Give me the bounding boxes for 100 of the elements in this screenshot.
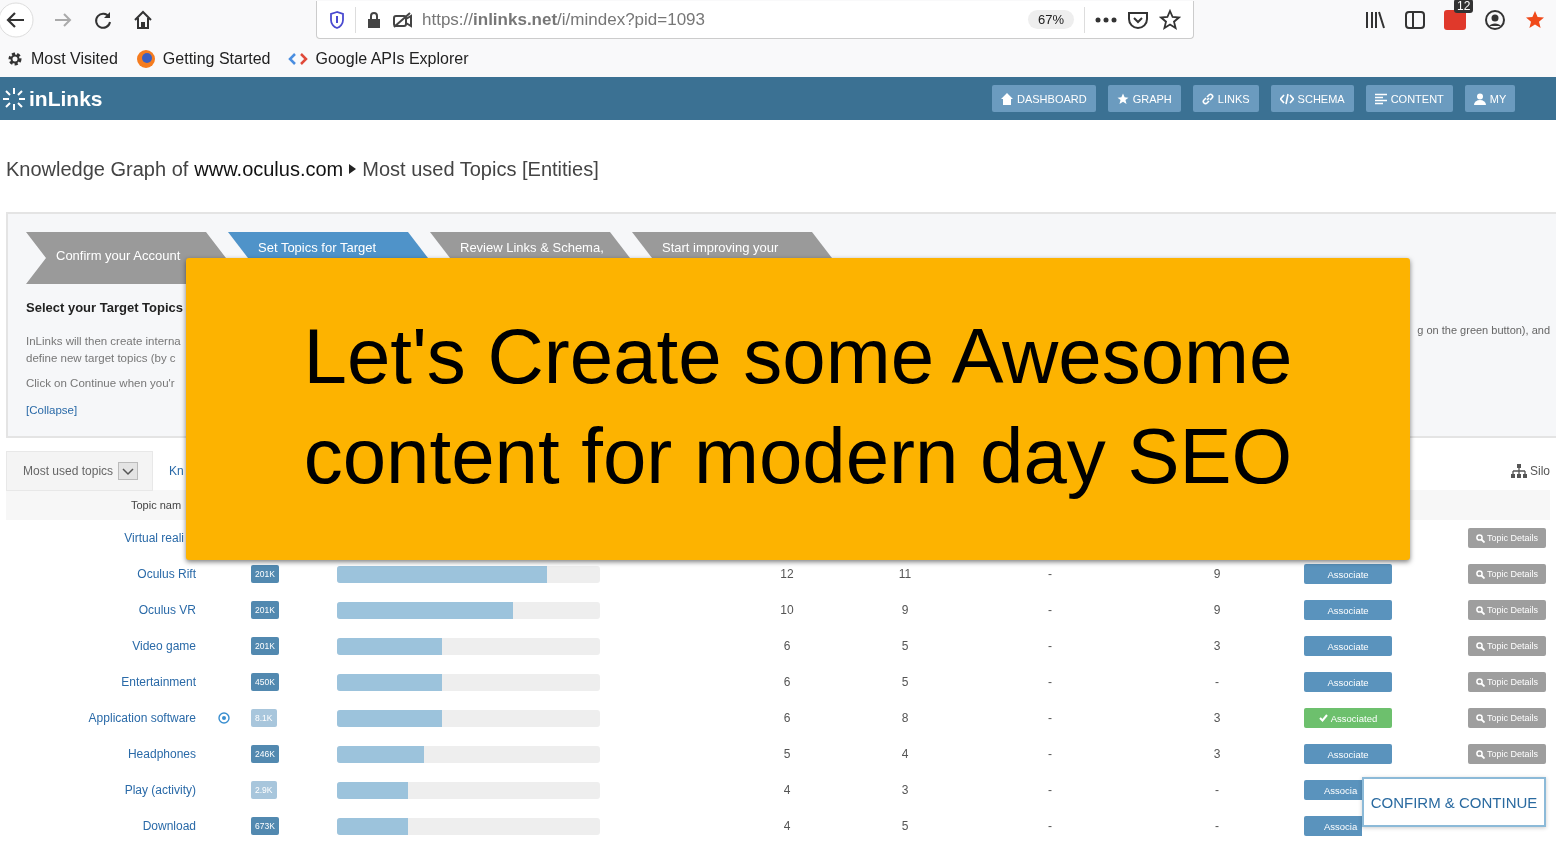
pocket-icon[interactable]: [1127, 9, 1149, 30]
topic-link[interactable]: Download: [142, 819, 196, 833]
table-cell-text: 11: [897, 567, 913, 581]
intro-text: g on the green button), and: [1417, 323, 1551, 338]
account-icon[interactable]: [1484, 9, 1506, 31]
wizard-step[interactable]: Confirm your Account: [26, 232, 226, 284]
volume-badge: 8.1K: [251, 709, 277, 727]
star-icon: [1116, 92, 1129, 105]
associate-button[interactable]: Associated: [1304, 708, 1392, 728]
link-icon: [1201, 92, 1214, 105]
globe-icon: [135, 48, 156, 69]
topic-link[interactable]: Application software: [88, 711, 196, 725]
confirm-button[interactable]: CONFIRM & CONTINUE: [1362, 777, 1546, 827]
table-cell-text: 10: [779, 603, 795, 617]
code-icon: [1279, 92, 1294, 105]
associate-button[interactable]: Associate: [1304, 600, 1392, 620]
nav-button[interactable]: SCHEMA: [1270, 85, 1354, 112]
table-cell-text: 12: [779, 567, 795, 581]
topic-link[interactable]: Virtual reali: [124, 531, 184, 545]
associate-button[interactable]: Associa: [1304, 816, 1362, 836]
search-icon: [1476, 569, 1485, 579]
logo-text[interactable]: inLinks: [29, 86, 103, 111]
home-icon[interactable]: [132, 9, 154, 31]
search-icon: [1476, 749, 1485, 759]
check-icon: [1318, 714, 1328, 722]
extension-icon[interactable]: [1444, 10, 1466, 30]
silo-link[interactable]: Silo: [1530, 464, 1550, 478]
bookmark-link[interactable]: Most Visited: [31, 49, 118, 68]
search-icon: [1476, 533, 1485, 543]
volume-badge: 2.9K: [251, 781, 277, 799]
camera-blocked-icon: [392, 10, 412, 29]
search-icon: [1476, 713, 1485, 723]
topic-link[interactable]: Oculus Rift: [137, 567, 196, 581]
dropdown-icon[interactable]: [118, 462, 139, 480]
topic-link[interactable]: Entertainment: [121, 675, 196, 689]
topic-details-button[interactable]: Topic Details: [1468, 708, 1546, 728]
sidebar-icon[interactable]: [1404, 10, 1426, 30]
topic-details-button[interactable]: Topic Details: [1468, 600, 1546, 620]
nav-button[interactable]: DASHBOARD: [992, 85, 1096, 112]
table-cell-text: -: [1047, 819, 1053, 833]
nav-button[interactable]: GRAPH: [1107, 85, 1181, 112]
home-icon: [1001, 92, 1013, 105]
table-cell-text: 8: [900, 711, 910, 725]
table-cell-text: -: [1047, 567, 1053, 581]
search-icon: [1476, 605, 1485, 615]
topic-details-button[interactable]: Topic Details: [1468, 672, 1546, 692]
table-cell-text: 3: [1212, 639, 1222, 653]
table-cell-text: 3: [1212, 747, 1222, 761]
table-cell-text: 5: [900, 675, 910, 689]
address-bar[interactable]: https://inlinks.net/i/mindex?pid=1093 67%: [316, 1, 1194, 39]
tab[interactable]: Most used topics: [6, 451, 154, 491]
topic-link[interactable]: Play (activity): [124, 783, 196, 797]
topic-link[interactable]: Headphones: [127, 747, 196, 761]
search-icon: [1476, 641, 1485, 651]
topic-details-button[interactable]: Topic Details: [1468, 564, 1546, 584]
more-icon[interactable]: [1095, 15, 1117, 24]
nav-button[interactable]: LINKS: [1192, 85, 1259, 112]
library-icon[interactable]: [1364, 10, 1386, 30]
table-cell-text: -: [1047, 747, 1053, 761]
table-cell-text: -: [1214, 819, 1220, 833]
table-cell-text: 5: [900, 639, 910, 653]
table-cell-text: -: [1047, 603, 1053, 617]
table-cell-text: -: [1047, 675, 1053, 689]
star-icon[interactable]: [1159, 8, 1181, 31]
wizard-step[interactable]: Set Topics for Target: [228, 232, 428, 258]
bookmark-link[interactable]: Getting Started: [162, 49, 271, 68]
site-name: www.oculus.com: [194, 157, 344, 181]
wizard-step[interactable]: Start improving your: [632, 232, 832, 258]
topic-details-button[interactable]: Topic Details: [1468, 528, 1546, 548]
column-header: Topic nam: [131, 499, 182, 511]
nav-button[interactable]: MY: [1464, 85, 1516, 112]
table-cell-text: 5: [900, 819, 910, 833]
topic-link[interactable]: Video game: [132, 639, 196, 653]
wizard-step[interactable]: Review Links & Schema,: [430, 232, 630, 258]
back-icon[interactable]: [0, 2, 34, 38]
intro-text: InLinks will then create interna define new target topics (by c: [26, 334, 182, 366]
nav-button[interactable]: CONTENT: [1365, 85, 1453, 112]
associate-button[interactable]: Associate: [1304, 744, 1392, 764]
hierarchy-icon: [1511, 464, 1527, 478]
table-cell-text: -: [1214, 783, 1220, 797]
associate-button[interactable]: Associa: [1304, 780, 1362, 800]
associate-button[interactable]: Associate: [1304, 672, 1392, 692]
topic-details-button[interactable]: Topic Details: [1468, 744, 1546, 764]
bookmark-link[interactable]: Google APIs Explorer: [315, 49, 469, 68]
associate-button[interactable]: Associate: [1304, 564, 1392, 584]
table-cell-text: -: [1047, 783, 1053, 797]
breadcrumb-prefix: Knowledge Graph of: [6, 157, 189, 181]
zoom-level[interactable]: 67%: [1027, 10, 1074, 29]
tab[interactable]: Kn: [153, 452, 184, 490]
table-cell-text: 3: [900, 783, 910, 797]
associate-button[interactable]: Associate: [1304, 636, 1392, 656]
table-cell-text: -: [1047, 711, 1053, 725]
volume-badge: 201K: [251, 637, 279, 655]
topic-details-button[interactable]: Topic Details: [1468, 636, 1546, 656]
table-cell-text: 4: [782, 819, 792, 833]
collapse-link[interactable]: [Collapse]: [26, 404, 78, 416]
url-text[interactable]: https://inlinks.net/i/mindex?pid=1093: [422, 9, 1018, 30]
topic-link[interactable]: Oculus VR: [138, 603, 196, 617]
table-cell-text: 9: [1212, 603, 1222, 617]
notification-badge: 12: [1454, 0, 1474, 13]
